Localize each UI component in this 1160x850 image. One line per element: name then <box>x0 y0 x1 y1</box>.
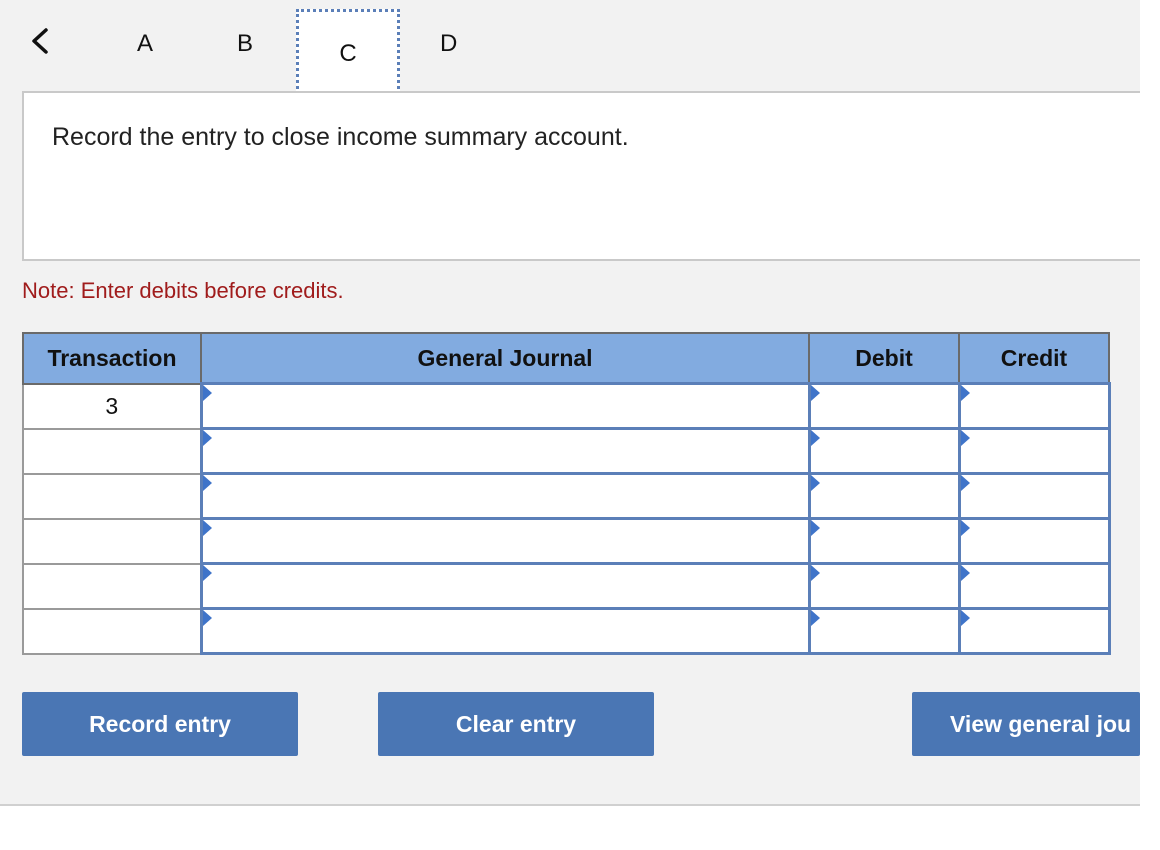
table-row <box>22 472 1111 520</box>
credit-cell <box>957 427 1111 475</box>
header-general-journal: General Journal <box>200 332 810 385</box>
table-row <box>22 427 1111 475</box>
transaction-cell <box>22 517 202 565</box>
account-cell <box>199 562 811 610</box>
account-cell <box>199 472 811 520</box>
chevron-left-icon <box>32 28 48 54</box>
transaction-cell: 3 <box>22 382 202 430</box>
debit-input[interactable] <box>810 430 958 472</box>
debit-input[interactable] <box>810 385 958 427</box>
debit-input[interactable] <box>810 565 958 607</box>
credit-input[interactable] <box>960 475 1108 517</box>
table-row: 3 <box>22 382 1111 430</box>
credit-cell <box>957 517 1111 565</box>
view-general-journal-button[interactable]: View general jou <box>912 692 1140 756</box>
account-input[interactable] <box>202 385 808 427</box>
credit-cell <box>957 382 1111 430</box>
debit-input[interactable] <box>810 475 958 517</box>
tab-a[interactable]: A <box>137 30 153 58</box>
credit-input[interactable] <box>960 565 1108 607</box>
transaction-cell <box>22 472 202 520</box>
back-button[interactable] <box>28 26 52 56</box>
credit-input[interactable] <box>960 385 1108 427</box>
debit-cell <box>807 427 961 475</box>
header-debit: Debit <box>808 332 960 385</box>
table-header-row: Transaction General Journal Debit Credit <box>22 332 1110 385</box>
account-cell <box>199 382 811 430</box>
note-text: Note: Enter debits before credits. <box>22 278 344 303</box>
transaction-cell <box>22 427 202 475</box>
credit-cell <box>957 607 1111 655</box>
debit-cell <box>807 382 961 430</box>
debit-cell <box>807 607 961 655</box>
content-panel: A B C D Record the entry to close income… <box>0 0 1140 806</box>
tab-d[interactable]: D <box>440 30 457 58</box>
header-transaction: Transaction <box>22 332 202 385</box>
debit-cell <box>807 472 961 520</box>
tab-c[interactable]: C <box>296 9 400 95</box>
debit-input[interactable] <box>810 520 958 562</box>
account-cell <box>199 517 811 565</box>
debit-input[interactable] <box>810 610 958 652</box>
credit-input[interactable] <box>960 430 1108 472</box>
credit-input[interactable] <box>960 520 1108 562</box>
record-entry-button[interactable]: Record entry <box>22 692 298 756</box>
debit-cell <box>807 562 961 610</box>
account-input[interactable] <box>202 475 808 517</box>
table-row <box>22 517 1111 565</box>
clear-entry-button[interactable]: Clear entry <box>378 692 654 756</box>
debit-cell <box>807 517 961 565</box>
table-row <box>22 562 1111 610</box>
header-credit: Credit <box>958 332 1110 385</box>
account-cell <box>199 427 811 475</box>
tab-b[interactable]: B <box>237 30 253 58</box>
credit-cell <box>957 562 1111 610</box>
account-input[interactable] <box>202 430 808 472</box>
account-input[interactable] <box>202 520 808 562</box>
transaction-cell <box>22 607 202 655</box>
account-input[interactable] <box>202 565 808 607</box>
account-cell <box>199 607 811 655</box>
credit-cell <box>957 472 1111 520</box>
account-input[interactable] <box>202 610 808 652</box>
question-text: Record the entry to close income summary… <box>52 123 629 151</box>
table-row <box>22 607 1111 655</box>
journal-table: Transaction General Journal Debit Credit… <box>22 332 1111 655</box>
question-box: Record the entry to close income summary… <box>22 91 1140 261</box>
credit-input[interactable] <box>960 610 1108 652</box>
transaction-cell <box>22 562 202 610</box>
